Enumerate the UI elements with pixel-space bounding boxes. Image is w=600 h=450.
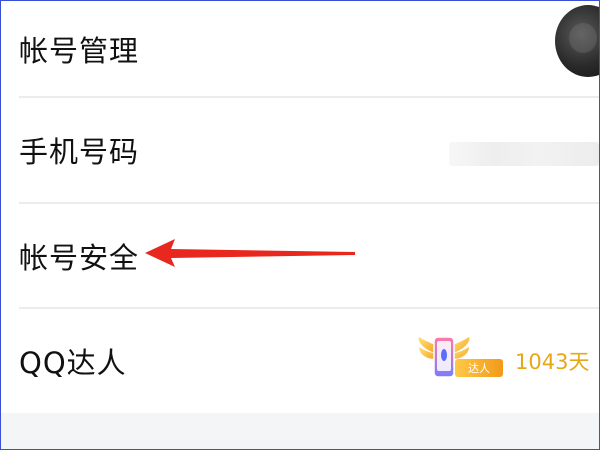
red-arrow-icon [145,239,355,267]
phone-number-value-blurred [449,142,599,166]
row-label-account-management: 帐号管理 [19,33,140,68]
row-label-qq-master: QQ达人 [19,346,127,380]
row-qq-master[interactable]: QQ达人 达人 1043天 [1,309,599,413]
row-label-account-security: 帐号安全 [19,241,140,275]
row-label-phone-number: 手机号码 [19,135,140,169]
row-phone-number[interactable]: 手机号码 [1,98,599,202]
user-avatar[interactable] [555,5,599,77]
qq-master-badge-icon: 达人 [418,336,503,378]
section-gap [1,413,599,449]
settings-screen: 帐号管理 手机号码 帐号安全 QQ达人 达人 1043天 [0,0,600,450]
badge-label: 达人 [468,362,490,375]
row-account-management[interactable]: 帐号管理 [1,1,599,96]
qq-master-days: 1043天 [515,350,590,374]
